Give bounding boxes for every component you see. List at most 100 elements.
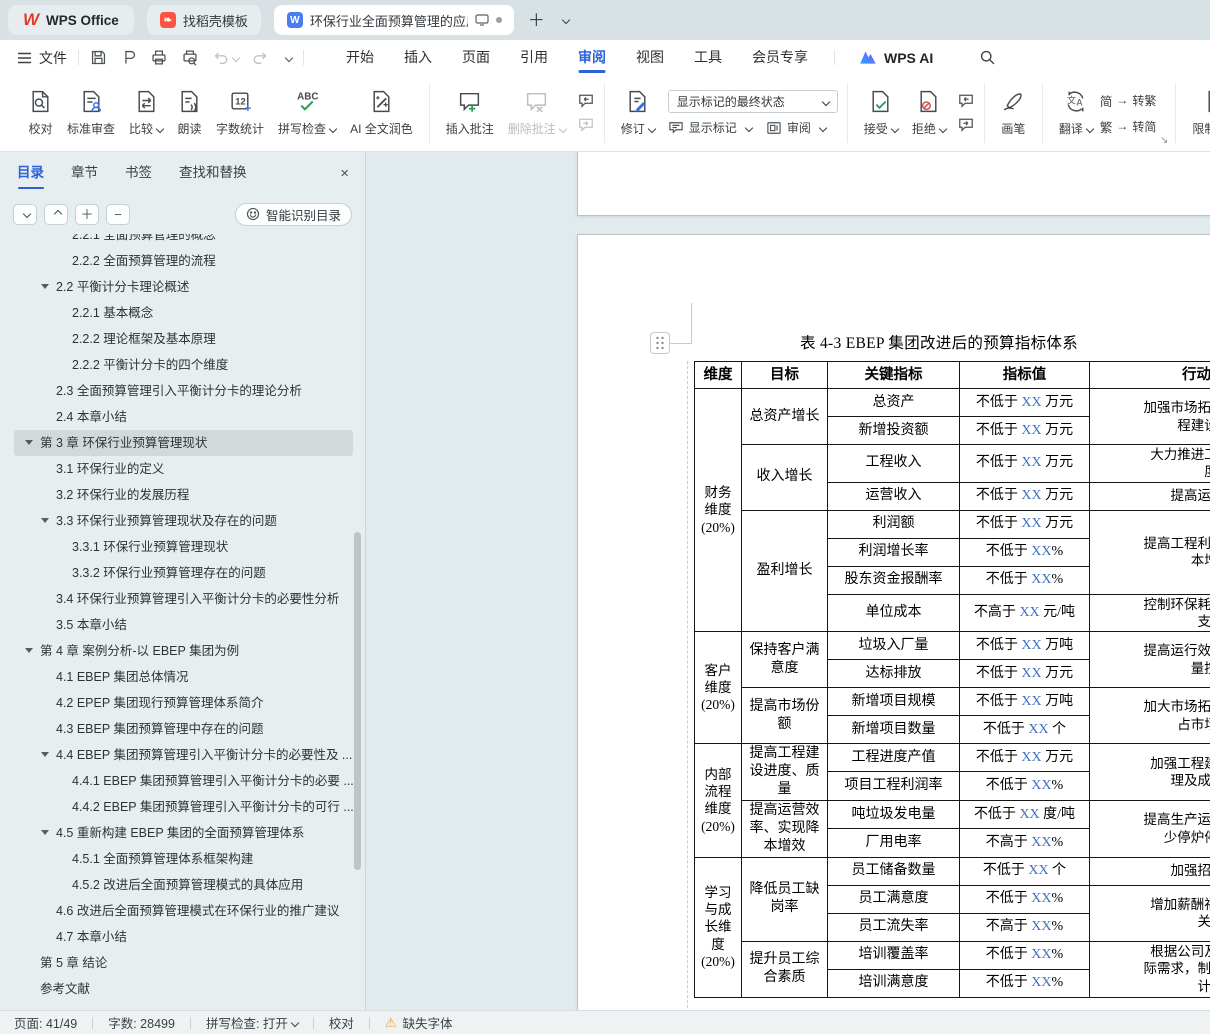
- table-cell[interactable]: 不低于 XX 度/吨: [959, 799, 1090, 830]
- outline-item[interactable]: 4.7 本章小结: [14, 924, 353, 950]
- document-tab[interactable]: W 环保行业全面预算管理的应用研: [273, 5, 514, 35]
- table-column-header[interactable]: 关键指标: [827, 361, 960, 389]
- table-cell[interactable]: 大力推进工程建设进 度: [1089, 444, 1210, 483]
- new-tab-button[interactable]: ＋: [528, 12, 545, 29]
- sidebar-tab[interactable]: 章节: [71, 152, 98, 194]
- outline-item[interactable]: 2.4 本章小结: [14, 404, 353, 430]
- table-cell[interactable]: 不低于 XX%: [959, 884, 1090, 914]
- menu-tab[interactable]: 工具: [679, 40, 737, 75]
- expand-all-button[interactable]: [13, 203, 37, 225]
- table-cell[interactable]: 保持客户满 意度: [741, 631, 828, 689]
- close-sidebar-icon[interactable]: ×: [340, 165, 349, 182]
- table-cell[interactable]: 不低于 XX 个: [959, 715, 1090, 745]
- table-cell[interactable]: 提高运营效 率、实现降 本增效: [741, 799, 828, 858]
- proofread-status-button[interactable]: 校对: [314, 1013, 369, 1032]
- word-count-button[interactable]: 12 + 字数统计: [209, 89, 271, 137]
- table-cell[interactable]: 总资产: [827, 388, 960, 417]
- smart-identify-toc-button[interactable]: 智能识别目录: [234, 202, 352, 226]
- table-cell[interactable]: 根据公司及员工的实 际需求，制定年度培训 计划: [1089, 940, 1210, 998]
- table-cell[interactable]: 总资产增长: [741, 388, 828, 445]
- redo-button[interactable]: [252, 50, 269, 65]
- outline-item[interactable]: 4.1 EBEP 集团总体情况: [14, 664, 353, 690]
- outline-item[interactable]: 4.2 EPEP 集团现行预算管理体系简介: [14, 690, 353, 716]
- compare-button[interactable]: 比较: [122, 89, 170, 137]
- to-traditional-button[interactable]: 简 → 转繁: [1100, 91, 1157, 110]
- table-cell[interactable]: 财务 维度 (20%): [694, 387, 742, 633]
- table-cell[interactable]: 利润增长率: [827, 537, 960, 567]
- outline-item[interactable]: 3.2 环保行业的发展历程: [14, 482, 353, 508]
- table-cell[interactable]: 内部 流程 维度 (20%): [694, 743, 742, 858]
- outline-collapse-arrow-icon[interactable]: [41, 518, 49, 523]
- table-cell[interactable]: 不低于 XX 个: [959, 856, 1090, 886]
- outline-item[interactable]: 参考文献: [14, 976, 353, 1002]
- table-cell[interactable]: 不高于 XX 元/吨: [959, 593, 1090, 633]
- outline-item[interactable]: 2.2.2 理论框架及基本原理: [14, 326, 353, 352]
- table-cell[interactable]: 吨垃圾发电量: [827, 799, 960, 830]
- table-cell[interactable]: 新增项目规模: [827, 687, 960, 717]
- table-caption[interactable]: 表 4-3 EBEP 集团改进后的预算指标体系: [578, 331, 1210, 353]
- table-cell[interactable]: 不低于 XX%: [959, 771, 1090, 801]
- outline-item[interactable]: 4.3 EBEP 集团预算管理中存在的问题: [14, 716, 353, 742]
- screen-share-icon[interactable]: [475, 14, 489, 26]
- table-cell[interactable]: 股东资金报酬率: [827, 565, 960, 595]
- file-menu[interactable]: 文件: [0, 48, 67, 68]
- delete-comment-button[interactable]: 删除批注: [501, 89, 573, 137]
- zoom-out-outline-button[interactable]: −: [106, 203, 130, 225]
- table-cell[interactable]: 工程进度产值: [827, 743, 960, 773]
- table-cell[interactable]: 员工储备数量: [827, 856, 960, 886]
- print-preview-icon[interactable]: [181, 49, 199, 66]
- next-comment-button[interactable]: [577, 117, 595, 133]
- table-column-header[interactable]: 维度: [694, 361, 742, 389]
- table-column-header[interactable]: 指标值: [959, 361, 1090, 389]
- spell-check-button[interactable]: ABC 拼写检查: [271, 89, 343, 137]
- spellcheck-status[interactable]: 拼写检查: 打开: [191, 1013, 313, 1032]
- docer-template-tab[interactable]: ❧ 找稻壳模板: [146, 5, 261, 35]
- table-cell[interactable]: 加强工程建设进度管 理及成本控制: [1089, 743, 1210, 801]
- table-column-header[interactable]: 目标: [741, 361, 828, 389]
- table-cell[interactable]: 加大市场拓展力度，抢 占市场份额: [1089, 687, 1210, 745]
- table-cell[interactable]: 新增项目数量: [827, 715, 960, 745]
- wps-home-tab[interactable]: W WPS Office: [8, 5, 134, 35]
- outline-collapse-arrow-icon[interactable]: [25, 648, 33, 653]
- menu-tab[interactable]: 引用: [505, 40, 563, 75]
- table-cell[interactable]: 厂用电率: [827, 828, 960, 858]
- tab-list-button[interactable]: [559, 12, 571, 29]
- outline-item[interactable]: 4.6 改进后全面预算管理模式在环保行业的推广建议: [14, 898, 353, 924]
- outline-item[interactable]: 3.3.1 环保行业预算管理现状: [14, 534, 353, 560]
- menu-tab[interactable]: 开始: [331, 40, 389, 75]
- table-cell[interactable]: 加强招聘力度: [1089, 856, 1210, 886]
- proofread-button[interactable]: 校对: [21, 89, 60, 137]
- menu-tab[interactable]: 审阅: [563, 40, 621, 75]
- table-cell[interactable]: 不低于 XX%: [959, 565, 1090, 595]
- table-cell[interactable]: 加强市场拓展、加快工 程建设投资: [1089, 388, 1210, 445]
- table-cell[interactable]: 控制环保耗材、修理费 支出: [1089, 593, 1210, 633]
- table-cell[interactable]: 垃圾入厂量: [827, 631, 960, 661]
- outline-item[interactable]: 4.5 重新构建 EBEP 集团的全面预算管理体系: [14, 820, 353, 846]
- table-cell[interactable]: 员工流失率: [827, 912, 960, 942]
- read-aloud-button[interactable]: 朗读: [170, 89, 209, 137]
- outline-item[interactable]: 4.5.1 全面预算管理体系框架构建: [14, 846, 353, 872]
- outline-item[interactable]: 3.3 环保行业预算管理现状及存在的问题: [14, 508, 353, 534]
- table-column-header[interactable]: 行动计划: [1089, 361, 1210, 389]
- word-count-indicator[interactable]: 字数: 28499: [93, 1013, 190, 1032]
- table-cell[interactable]: 运营收入: [827, 481, 960, 511]
- table-cell[interactable]: 降低员工缺 岗率: [741, 856, 828, 942]
- outline-item[interactable]: 2.2.1 基本概念: [14, 300, 353, 326]
- print-icon[interactable]: [150, 49, 168, 66]
- group-expand-icon[interactable]: ↘: [1160, 135, 1168, 146]
- table-cell[interactable]: 提高生产运行效率，减 少停炉停机次数: [1089, 799, 1210, 858]
- table-cell[interactable]: 不低于 XX 万元: [959, 416, 1090, 445]
- markup-state-select[interactable]: 显示标记的最终状态: [667, 90, 838, 113]
- collapse-all-button[interactable]: [44, 203, 68, 225]
- table-cell[interactable]: 收入增长: [741, 444, 828, 511]
- outline-item[interactable]: 3.4 环保行业预算管理引入平衡计分卡的必要性分析: [14, 586, 353, 612]
- table-cell[interactable]: 客户 维度 (20%): [694, 631, 742, 745]
- missing-font-warning[interactable]: ⚠ 缺失字体: [370, 1013, 468, 1032]
- previous-comment-button[interactable]: [577, 93, 595, 109]
- search-icon[interactable]: [979, 49, 996, 66]
- previous-change-button[interactable]: [957, 93, 975, 109]
- outline-item[interactable]: 4.4 EBEP 集团预算管理引入平衡计分卡的必要性及 ...: [14, 742, 353, 768]
- table-cell[interactable]: 学习 与成 长维 度 (20%): [694, 856, 742, 998]
- table-cell[interactable]: 不低于 XX%: [959, 537, 1090, 567]
- table-cell[interactable]: 提高工程建 设进度、质 量: [741, 743, 828, 801]
